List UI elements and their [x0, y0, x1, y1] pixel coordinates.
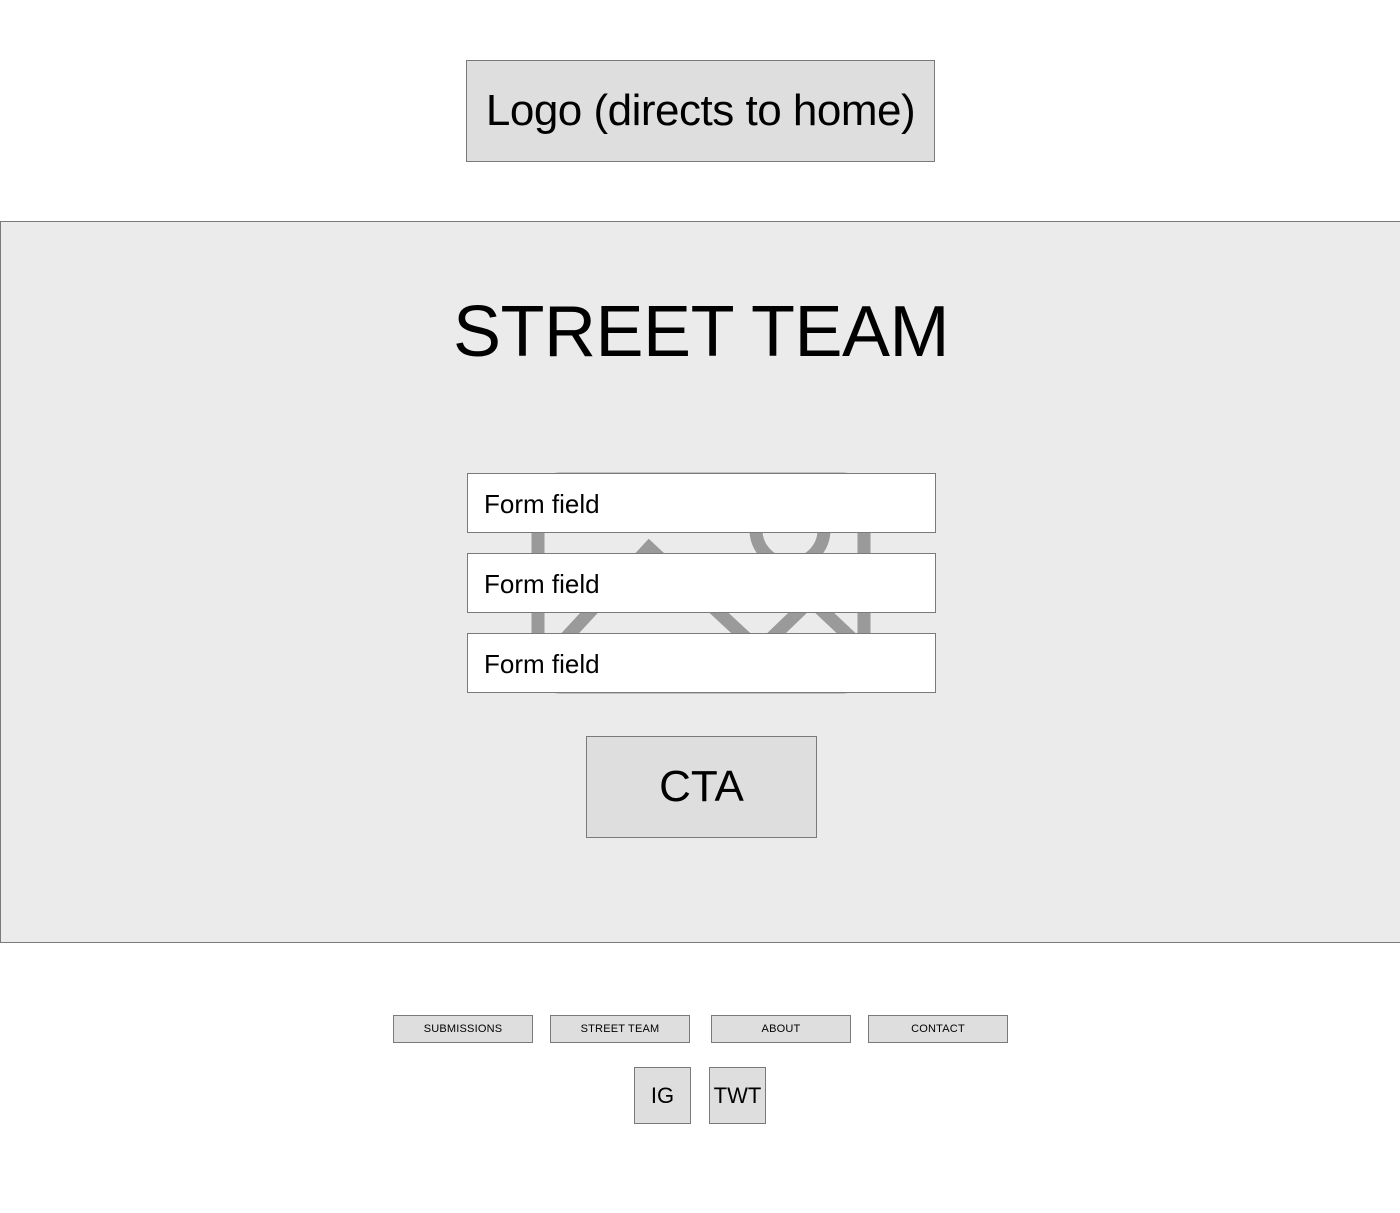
cta-button[interactable]: CTA: [586, 736, 817, 838]
form-field-1[interactable]: [467, 473, 936, 533]
form-field-3[interactable]: [467, 633, 936, 693]
page-title: STREET TEAM: [453, 292, 949, 372]
nav-label: ABOUT: [761, 1023, 801, 1035]
nav-label: CONTACT: [911, 1023, 965, 1035]
logo-home-link[interactable]: Logo (directs to home): [466, 60, 935, 162]
nav-label: STREET TEAM: [580, 1023, 660, 1035]
form-field-2[interactable]: [467, 553, 936, 613]
social-label: IG: [650, 1082, 675, 1108]
nav-contact-button[interactable]: CONTACT: [868, 1015, 1008, 1043]
nav-street-team-button[interactable]: STREET TEAM: [550, 1015, 690, 1043]
logo-label: Logo (directs to home): [485, 86, 916, 135]
nav-label: SUBMISSIONS: [423, 1023, 503, 1035]
cta-label: CTA: [659, 762, 744, 811]
instagram-button[interactable]: IG: [634, 1067, 691, 1124]
twitter-button[interactable]: TWT: [709, 1067, 766, 1124]
nav-about-button[interactable]: ABOUT: [711, 1015, 851, 1043]
social-label: TWT: [713, 1082, 762, 1108]
street-team-hero: STREET TEAM CTA: [0, 221, 1400, 943]
nav-submissions-button[interactable]: SUBMISSIONS: [393, 1015, 533, 1043]
